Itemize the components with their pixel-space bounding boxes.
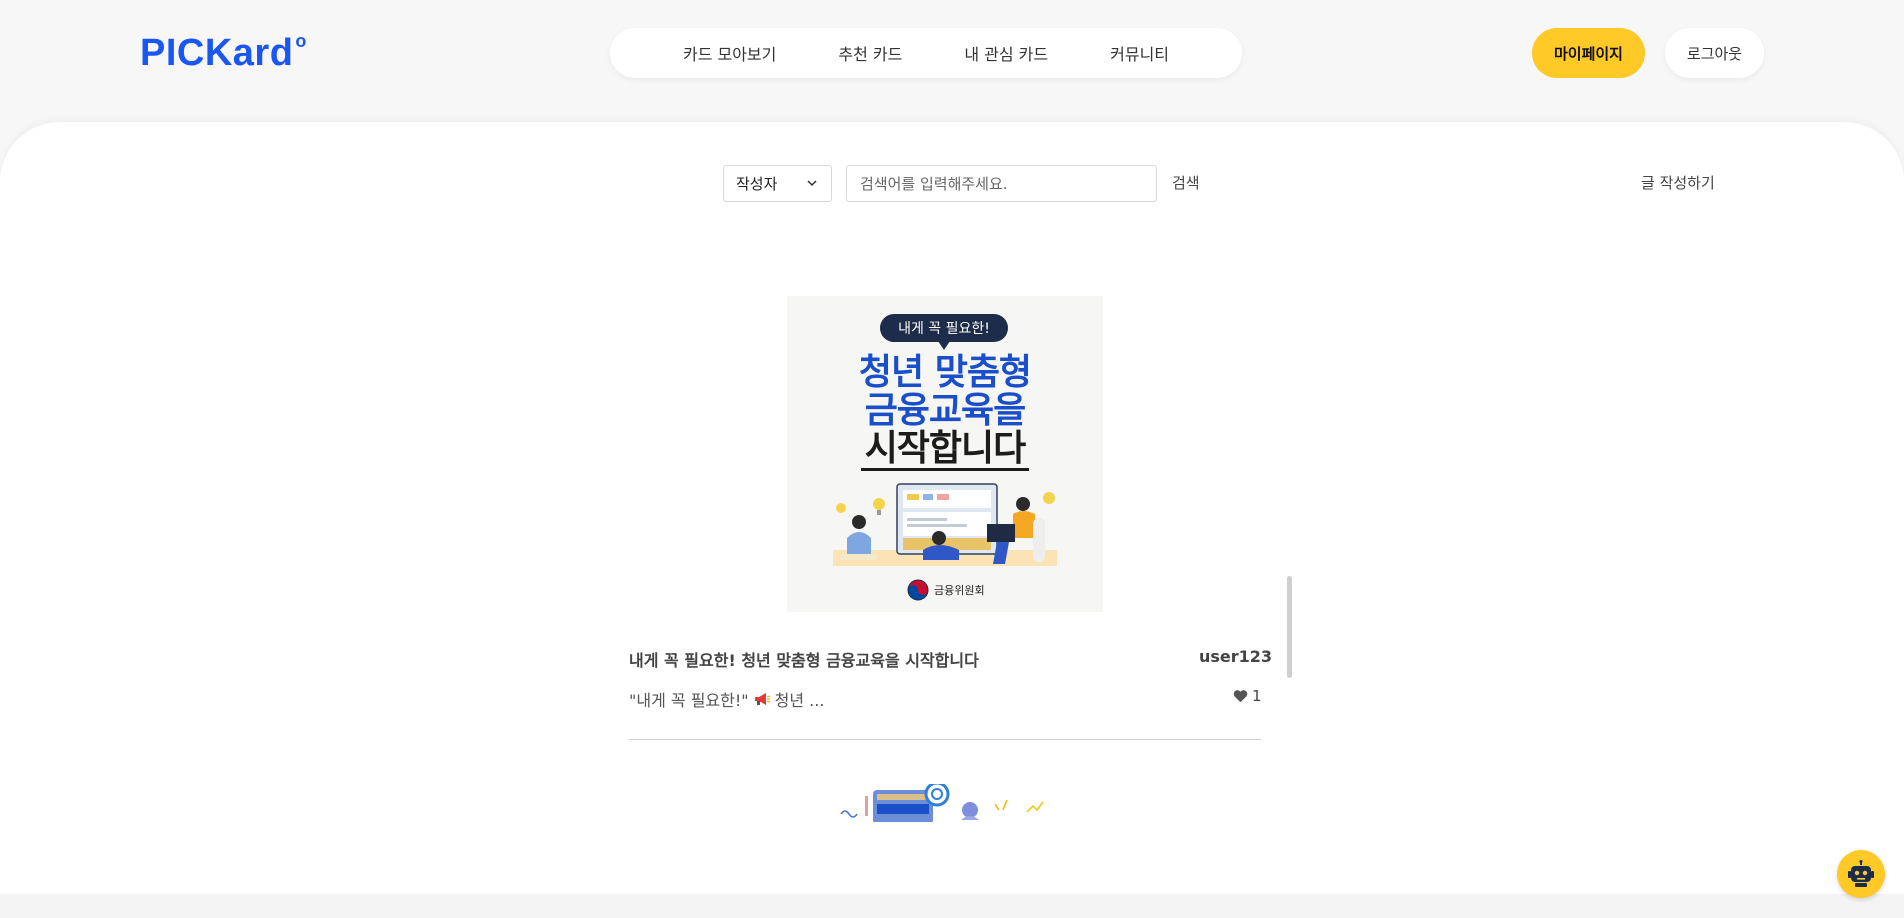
post-title[interactable]: 내게 꼭 필요한! 청년 맞춤형 금융교육을 시작합니다 xyxy=(629,647,979,671)
search-input[interactable] xyxy=(846,165,1157,202)
robot-icon xyxy=(1848,860,1874,887)
people-illustration xyxy=(833,483,1057,566)
poster-line-3: 시작합니다 xyxy=(864,428,1027,469)
post-author: user123 xyxy=(1199,647,1273,666)
poster-underline xyxy=(861,468,1029,471)
search-filter-select[interactable]: 작성자 xyxy=(723,165,832,202)
search-filter-value: 작성자 xyxy=(736,175,778,193)
megaphone-icon xyxy=(754,693,770,705)
heart-icon xyxy=(1233,690,1248,703)
logout-button[interactable]: 로그아웃 xyxy=(1665,28,1764,78)
org-seal: 금융위원회 xyxy=(907,579,985,601)
chatbot-button[interactable] xyxy=(1837,850,1885,898)
nav-item-recommended[interactable]: 추천 카드 xyxy=(807,41,933,65)
poster-bubble: 내게 꼭 필요한! xyxy=(880,314,1008,350)
nav-item-community[interactable]: 커뮤니티 xyxy=(1079,41,1200,65)
main-nav: 카드 모아보기 추천 카드 내 관심 카드 커뮤니티 xyxy=(610,28,1242,78)
mypage-button[interactable]: 마이페이지 xyxy=(1532,28,1645,78)
search-button[interactable]: 검색 xyxy=(1172,172,1200,193)
post-excerpt: "내게 꼭 필요한!" 청년 ... xyxy=(629,687,824,711)
scrollbar-thumb[interactable] xyxy=(1287,576,1292,678)
taeguk-icon xyxy=(907,579,929,601)
poster-line-1: 청년 맞춤형 xyxy=(858,352,1032,393)
post-divider xyxy=(629,739,1261,740)
post-likes[interactable]: 1 xyxy=(1233,687,1262,705)
next-post-thumbnail[interactable] xyxy=(837,784,1057,822)
write-post-button[interactable]: 글 작성하기 xyxy=(1641,172,1715,193)
nav-item-favorites[interactable]: 내 관심 카드 xyxy=(933,41,1079,65)
post-thumbnail[interactable]: 내게 꼭 필요한! 청년 맞춤형 금융교육을 시작합니다 금융위원회 xyxy=(787,296,1103,612)
chevron-down-icon xyxy=(807,180,817,187)
post-excerpt-text: 청년 ... xyxy=(774,691,825,710)
community-panel: 작성자 검색 글 작성하기 내게 꼭 필요한! 청년 맞춤형 금융교육을 시작합… xyxy=(0,122,1904,894)
post-excerpt-quote: "내게 꼭 필요한!" xyxy=(629,691,749,710)
footer-band xyxy=(0,894,1904,918)
logo[interactable]: PICKard o xyxy=(140,31,307,75)
poster-line-2: 금융교육을 xyxy=(864,390,1027,431)
like-count: 1 xyxy=(1252,687,1262,705)
nav-item-card-browse[interactable]: 카드 모아보기 xyxy=(652,41,807,65)
org-name: 금융위원회 xyxy=(934,584,985,597)
